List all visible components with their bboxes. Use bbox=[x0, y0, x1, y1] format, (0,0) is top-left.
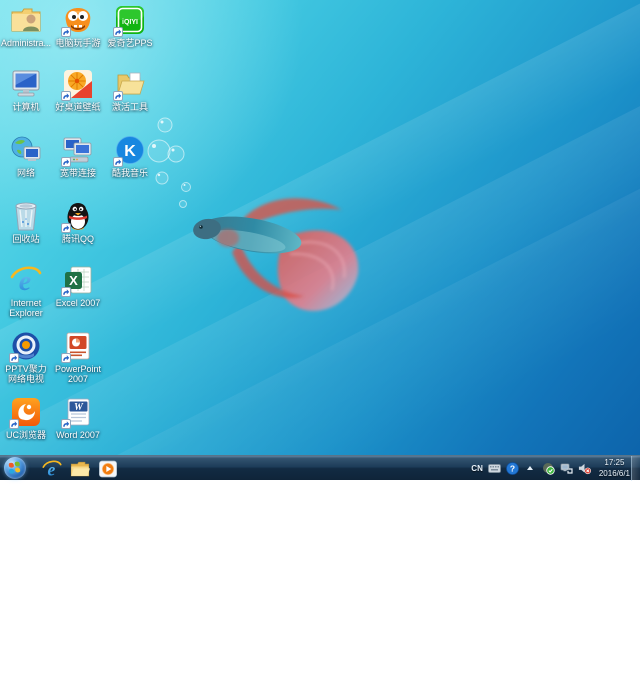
network-icon[interactable] bbox=[560, 462, 573, 475]
desktop-wallpaper: Administra... 电脑玩手游 iQIYI 爱奇艺PPS 计算机 好桌道… bbox=[0, 0, 640, 680]
powerpoint-icon bbox=[61, 330, 95, 363]
excel-icon: X bbox=[61, 264, 95, 297]
pptv-icon bbox=[9, 330, 43, 363]
volume-muted-icon[interactable] bbox=[578, 462, 591, 475]
help-glyph: ? bbox=[510, 464, 515, 474]
taskbar: e CN ? 17:25 2016/6/1 bbox=[0, 455, 640, 481]
desktop-icon-activation-tools[interactable]: 激活工具 bbox=[104, 68, 156, 112]
network-globe-icon bbox=[9, 134, 43, 166]
shortcut-arrow-icon bbox=[113, 157, 123, 167]
icon-label: 宽带连接 bbox=[59, 168, 96, 178]
taskbar-clock[interactable]: 17:25 2016/6/1 bbox=[599, 458, 630, 479]
start-button[interactable] bbox=[4, 457, 26, 479]
icon-label: Administra... bbox=[0, 38, 51, 48]
taskbar-media-player-button[interactable] bbox=[94, 457, 122, 480]
keyboard-icon[interactable] bbox=[487, 462, 501, 475]
user-folder-icon bbox=[9, 4, 43, 36]
icon-label: UC浏览器 bbox=[6, 430, 46, 440]
betta-fish bbox=[193, 198, 359, 312]
icon-label: 激活工具 bbox=[111, 102, 148, 112]
shortcut-arrow-icon bbox=[9, 353, 19, 363]
shortcut-arrow-icon bbox=[113, 91, 123, 101]
clock-time: 17:25 bbox=[604, 458, 625, 468]
desktop-icon-iqiyi-pps[interactable]: iQIYI 爱奇艺PPS bbox=[104, 4, 156, 48]
language-indicator[interactable]: CN bbox=[471, 464, 483, 473]
internet-explorer-icon: e bbox=[9, 264, 43, 296]
shortcut-arrow-icon bbox=[9, 419, 19, 429]
show-hidden-icons-button[interactable] bbox=[524, 462, 537, 475]
help-icon[interactable]: ? bbox=[506, 462, 519, 475]
icon-label: 好桌道壁纸 bbox=[55, 102, 101, 112]
desktop-icon-word-2007[interactable]: W Word 2007 bbox=[52, 396, 104, 440]
icon-label: 回收站 bbox=[12, 234, 40, 244]
kuwo-music-icon: K bbox=[113, 134, 147, 167]
show-desktop-button[interactable] bbox=[631, 456, 640, 481]
icon-label: PPTV聚力 网络电视 bbox=[5, 364, 47, 385]
shortcut-arrow-icon bbox=[61, 223, 71, 233]
system-tray: CN ? 17:25 2016/6/1 bbox=[471, 456, 630, 481]
broadband-icon bbox=[61, 134, 95, 167]
up-arrow-icon bbox=[527, 466, 534, 470]
internet-explorer-icon: e bbox=[42, 459, 62, 479]
desktop-icon-tencent-qq[interactable]: 腾讯QQ bbox=[52, 200, 104, 244]
icon-label: 计算机 bbox=[12, 102, 40, 112]
shortcut-arrow-icon bbox=[61, 419, 71, 429]
word-letter: W bbox=[74, 402, 84, 413]
desktop-icon-broadband-connection[interactable]: 宽带连接 bbox=[52, 134, 104, 178]
icon-label: 酷我音乐 bbox=[111, 168, 148, 178]
open-folder-icon bbox=[113, 68, 147, 101]
desktop-icon-network[interactable]: 网络 bbox=[0, 134, 52, 178]
icon-label: Word 2007 bbox=[56, 430, 100, 440]
shortcut-arrow-icon bbox=[61, 157, 71, 167]
desktop-icon-haozhuodao-wallpaper[interactable]: 好桌道壁纸 bbox=[52, 68, 104, 112]
shortcut-arrow-icon bbox=[61, 91, 71, 101]
desktop-icon-recycle-bin[interactable]: 回收站 bbox=[0, 200, 52, 244]
desktop-icon-kuwo-music[interactable]: K 酷我音乐 bbox=[104, 134, 156, 178]
icon-label: 网络 bbox=[16, 168, 35, 178]
icon-label: 爱奇艺PPS bbox=[107, 38, 153, 48]
icon-label: PowerPoint 2007 bbox=[54, 364, 102, 385]
iqiyi-text: iQIYI bbox=[122, 19, 138, 26]
uc-browser-icon bbox=[9, 396, 43, 429]
iqiyi-icon: iQIYI bbox=[113, 4, 147, 37]
media-player-icon bbox=[99, 460, 117, 477]
excel-letter: X bbox=[69, 273, 78, 288]
taskbar-windows-explorer-button[interactable] bbox=[66, 457, 94, 480]
desktop-icon-excel-2007[interactable]: X Excel 2007 bbox=[52, 264, 104, 308]
recycle-bin-icon bbox=[9, 200, 43, 232]
folder-icon bbox=[70, 461, 90, 476]
desktop-icon-administrator[interactable]: Administra... bbox=[0, 4, 52, 48]
desktop-icon-uc-browser[interactable]: UC浏览器 bbox=[0, 396, 52, 440]
taskbar-internet-explorer-button[interactable]: e bbox=[38, 457, 66, 480]
shortcut-arrow-icon bbox=[61, 27, 71, 37]
word-icon: W bbox=[61, 396, 95, 429]
desktop-icon-pptv[interactable]: PPTV聚力 网络电视 bbox=[0, 330, 52, 385]
tangerine-wallpaper-icon bbox=[61, 68, 95, 101]
shortcut-arrow-icon bbox=[113, 27, 123, 37]
security-status-icon[interactable] bbox=[542, 462, 555, 475]
shortcut-arrow-icon bbox=[61, 287, 71, 297]
desktop-icon-computer[interactable]: 计算机 bbox=[0, 68, 52, 112]
shortcut-arrow-icon bbox=[61, 353, 71, 363]
kuwo-letter: K bbox=[124, 143, 136, 160]
desktop-icon-diannao-wanshouyou[interactable]: 电脑玩手游 bbox=[52, 4, 104, 48]
orange-monster-icon bbox=[61, 4, 95, 37]
qq-penguin-icon bbox=[61, 200, 95, 233]
icon-label: 腾讯QQ bbox=[61, 234, 94, 244]
icon-label: Internet Explorer bbox=[9, 298, 43, 319]
desktop-icon-internet-explorer[interactable]: e Internet Explorer bbox=[0, 264, 52, 319]
windows-logo-icon bbox=[8, 461, 22, 475]
icon-label: Excel 2007 bbox=[55, 298, 101, 308]
clock-date: 2016/6/1 bbox=[598, 468, 630, 478]
icon-label: 电脑玩手游 bbox=[55, 38, 101, 48]
computer-icon bbox=[9, 68, 43, 100]
desktop-icon-powerpoint-2007[interactable]: PowerPoint 2007 bbox=[52, 330, 104, 385]
